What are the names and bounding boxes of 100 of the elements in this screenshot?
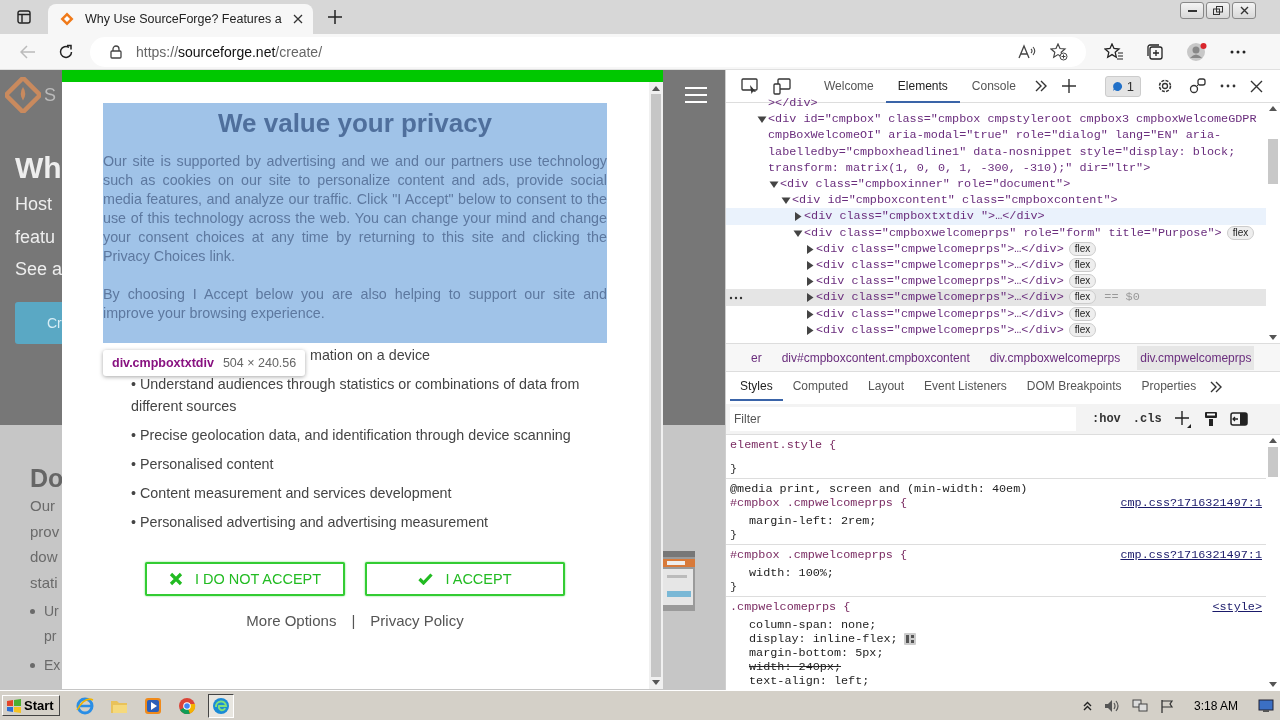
more-icon[interactable]	[1220, 84, 1236, 88]
css-declaration[interactable]: margin-bottom: 5px;	[749, 646, 884, 660]
more-icon[interactable]	[729, 296, 743, 301]
minimize-button[interactable]	[1180, 2, 1204, 19]
dom-node[interactable]: <div class="cmpwelcomeprps">…</div> flex	[726, 305, 1266, 322]
css-selector[interactable]: #cmpbox .cmpwelcomeprps {	[730, 548, 907, 562]
expand-icon[interactable]	[804, 293, 816, 303]
source-link[interactable]: cmp.css?1716321497:1	[1120, 496, 1262, 510]
menu-icon[interactable]	[685, 86, 707, 104]
flex-badge[interactable]: flex	[1068, 258, 1097, 273]
expand-icon[interactable]	[804, 277, 816, 287]
settings-icon[interactable]	[1156, 77, 1174, 95]
sidebar-icon[interactable]	[17, 10, 31, 24]
connection-icon[interactable]	[1188, 77, 1206, 95]
scroll-down-icon[interactable]	[1269, 335, 1277, 340]
styles-pane-tab[interactable]: Layout	[858, 372, 915, 401]
scroll-thumb[interactable]	[1268, 447, 1278, 477]
dom-node[interactable]: <div id="cmpbox" class="cmpbox cmpstyleroot cmpbox3 cmpboxWelcomeGDPR cmpBoxWelcomeOI" aria-modal="true" role="dialog" lang="EN" aria-labelledby="cmpboxheadline1" data-nosnippet style="display: block; transform: matrix(1, 0, 0, 1, -300, -310);" dir="ltr">	[726, 111, 1266, 176]
expand-icon[interactable]	[792, 212, 804, 222]
add-favorite-icon[interactable]	[1050, 42, 1068, 61]
css-declaration[interactable]: display: inline-flex;	[749, 632, 898, 646]
taskbar-app[interactable]	[207, 693, 234, 718]
scroll-up-icon[interactable]	[1269, 106, 1277, 111]
issues-button[interactable]: 1	[1104, 75, 1141, 97]
chevron-up-icon[interactable]	[1082, 700, 1092, 711]
flex-badge[interactable]: flex	[1068, 241, 1097, 256]
css-declaration[interactable]: text-align: left;	[749, 674, 870, 688]
hover-state-button[interactable]: :hov	[1092, 412, 1121, 426]
inspect-icon[interactable]	[741, 78, 759, 94]
address-field[interactable]: https://sourceforge.net/create/	[90, 36, 1086, 67]
styles-pane-tab[interactable]: Computed	[782, 372, 859, 401]
collapse-icon[interactable]	[792, 228, 804, 238]
desktop-icon[interactable]	[1258, 698, 1274, 713]
css-selector[interactable]: #cmpbox .cmpwelcomeprps {	[730, 496, 907, 510]
favorites-icon[interactable]	[1104, 42, 1124, 61]
styles-pane-tab[interactable]: Properties	[1131, 372, 1207, 401]
clock[interactable]: 3:18 AM	[1193, 698, 1238, 713]
scroll-thumb[interactable]	[1268, 139, 1278, 184]
styles-pane-tab[interactable]: DOM Breakpoints	[1016, 372, 1132, 401]
expand-icon[interactable]	[804, 309, 816, 319]
lock-icon[interactable]	[110, 44, 122, 59]
css-declaration[interactable]: margin-left: 2rem;	[749, 514, 877, 528]
scroll-up-icon[interactable]	[1269, 438, 1277, 443]
css-declaration[interactable]: column-span: none;	[749, 618, 877, 632]
source-link[interactable]: cmp.css?1716321497:1	[1120, 548, 1262, 562]
scroll-thumb[interactable]	[651, 94, 661, 677]
dom-node[interactable]: <div class="cmpboxwelcomeprps" role="form" title="Purpose"> flex	[726, 224, 1266, 241]
expand-icon[interactable]	[804, 325, 816, 335]
devtools-tab[interactable]: Elements	[885, 69, 960, 103]
restore-button[interactable]	[1206, 2, 1230, 19]
start-button[interactable]: Start	[2, 695, 60, 716]
browser-tab[interactable]: Why Use SourceForge? Features a	[48, 4, 313, 34]
scroll-up-icon[interactable]	[652, 86, 660, 91]
device-icon[interactable]	[773, 77, 791, 95]
speaker-icon[interactable]	[1018, 43, 1036, 60]
source-link[interactable]: <style>	[1212, 600, 1262, 614]
chevron-icon[interactable]	[1210, 380, 1223, 393]
breadcrumb[interactable]: div.cmpwelcomeprps	[1137, 345, 1255, 370]
scroll-down-icon[interactable]	[1269, 682, 1277, 687]
breadcrumb[interactable]: div#cmpboxcontent.cmpboxcontent	[778, 345, 973, 370]
flex-badge[interactable]: flex	[1068, 290, 1097, 305]
css-declaration[interactable]: width: 240px;	[749, 660, 842, 674]
dom-node[interactable]: <div class="cmpwelcomeprps">…</div> flex	[726, 321, 1266, 339]
flex-badge[interactable]: flex	[1068, 306, 1097, 321]
new-tab-icon[interactable]	[326, 9, 343, 25]
chevron-icon[interactable]	[1034, 80, 1047, 92]
privacy-policy-link[interactable]: Privacy Policy	[370, 612, 464, 629]
flex-badge[interactable]: flex	[1226, 225, 1255, 240]
collapse-icon[interactable]	[768, 180, 780, 189]
more-icon[interactable]	[1230, 49, 1246, 54]
flex-editor-icon[interactable]	[903, 633, 916, 645]
css-selector[interactable]: element.style {	[730, 438, 837, 452]
close-button[interactable]	[1232, 2, 1256, 19]
dom-node[interactable]: <div class="cmpwelcomeprps">…</div> flex == $0	[726, 289, 1266, 306]
styles-pane-tab[interactable]: Event Listeners	[914, 372, 1017, 401]
class-button[interactable]: .cls	[1132, 412, 1162, 426]
speaker-icon[interactable]	[1103, 698, 1120, 713]
close-icon[interactable]	[1250, 79, 1263, 93]
css-selector[interactable]: .cmpwelcomeprps {	[730, 600, 851, 614]
sidebar-toggle-icon[interactable]	[1229, 412, 1248, 426]
scrollbar[interactable]	[649, 82, 663, 689]
paint-roller-icon[interactable]	[1203, 411, 1218, 427]
expand-icon[interactable]	[804, 261, 816, 271]
add-rule-icon[interactable]	[1173, 410, 1192, 428]
network-icon[interactable]	[1131, 698, 1148, 713]
dom-node[interactable]: <div class="cmpwelcomeprps">…</div> flex	[726, 257, 1266, 274]
expand-icon[interactable]	[804, 244, 816, 254]
dom-node[interactable]: <div class="cmpboxinner" role="document">	[726, 176, 1266, 193]
flag-icon[interactable]	[1159, 698, 1174, 713]
collapse-icon[interactable]	[780, 196, 792, 206]
breadcrumb[interactable]: div.cmpboxwelcomeprps	[986, 345, 1124, 370]
more-options-link[interactable]: More Options	[246, 612, 337, 629]
css-declaration[interactable]: width: 100%;	[749, 566, 834, 580]
profile-icon[interactable]	[1186, 40, 1208, 63]
dom-node[interactable]: <div class="cmpwelcomeprps">…</div> flex	[726, 273, 1266, 290]
dom-node[interactable]: <div id="cmpboxcontent" class="cmpboxcontent">	[726, 192, 1266, 209]
dom-node[interactable]: <div class="cmpboxtxtdiv ">…</div>	[726, 208, 1266, 225]
dom-node[interactable]: <div class="cmpwelcomeprps">…</div> flex	[726, 240, 1266, 258]
breadcrumb[interactable]: er	[748, 345, 765, 370]
collapse-icon[interactable]	[756, 115, 768, 125]
